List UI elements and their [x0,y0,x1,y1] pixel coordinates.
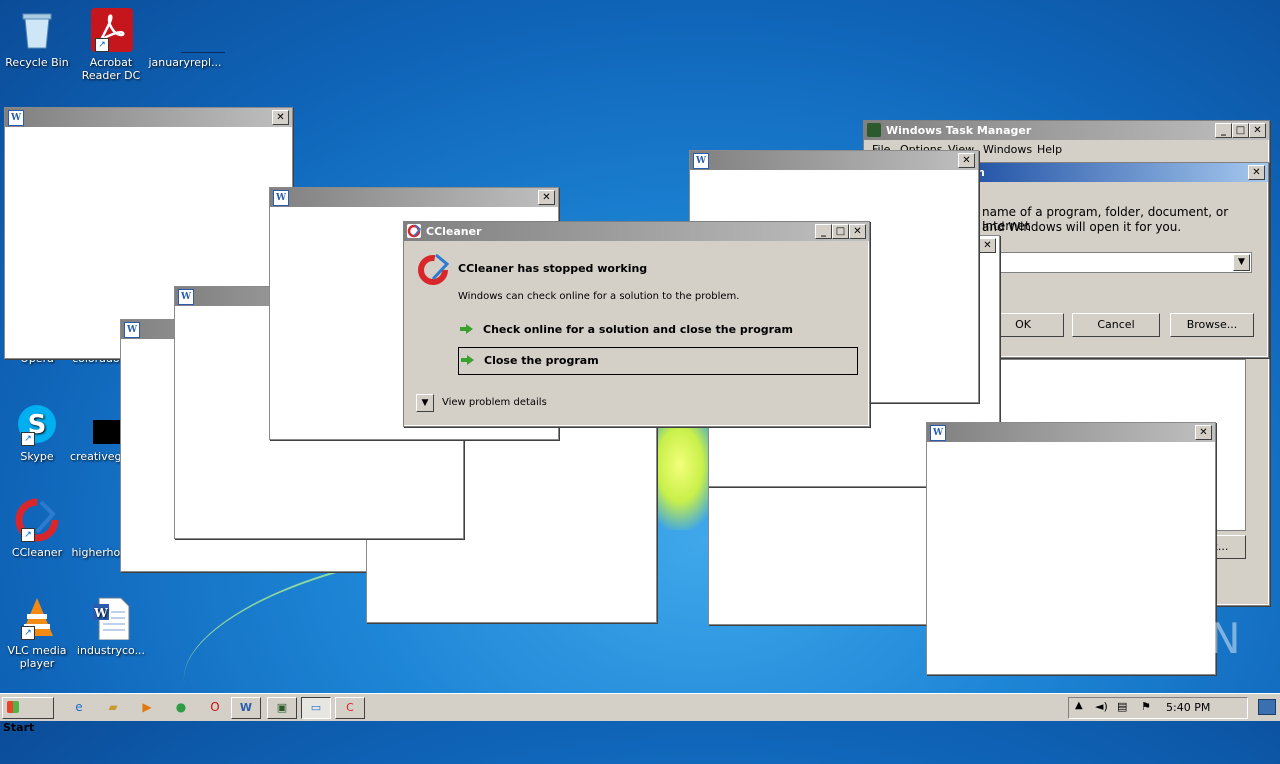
desktop-icon-ccleaner[interactable]: ↗ CCleaner [0,498,74,559]
volume-icon[interactable]: ◄) [1095,700,1108,713]
task-manager-icon [867,123,881,137]
explorer-icon[interactable]: ▰ [102,697,124,717]
option-label: Check online for a solution and close th… [483,323,793,336]
run-dialog-titlebar[interactable]: n ✕ [961,163,1268,182]
run-cancel-button[interactable]: Cancel [1072,313,1160,337]
close-button[interactable]: ✕ [538,190,555,205]
anyrun-watermark: ANY RUN [1038,614,1243,663]
taskbar: Start e ▰ ▶ ● O W ▣ ▭ C ▲ ◄) ▤ ⚑ 5:40 PM [0,693,1280,734]
ccleaner-icon: ↗ [15,498,59,542]
show-desktop-button[interactable] [1258,699,1276,715]
taskbar-ccleaner-button[interactable]: C [335,697,365,719]
desktop-icon-industryco[interactable]: W industryco... [74,596,148,657]
taskbar-task-manager-button[interactable]: ▣ [267,697,297,719]
run-close-button[interactable]: ✕ [1248,165,1265,180]
close-program-option[interactable]: Close the program [458,347,858,375]
menu-help[interactable]: Help [1037,143,1062,156]
task-manager-titlebar[interactable]: Windows Task Manager _ □ ✕ [864,121,1269,140]
clock[interactable]: 5:40 PM [1166,701,1210,714]
word-icon: W [8,110,24,126]
run-description-line2: and Windows will open it for you. [982,220,1182,234]
taskbar-run-button[interactable]: ▭ [301,697,331,719]
recycle-bin-icon [15,8,59,52]
vlc-icon: ↗ [15,596,59,640]
word-icon: W [930,425,946,441]
document-icon [79,498,123,542]
run-dialog[interactable]: n ✕ name of a program, folder, document,… [960,162,1269,358]
media-player-icon[interactable]: ▶ [136,697,158,717]
word-icon: W [124,322,140,338]
skype-icon: S ↗ [15,402,59,446]
start-button[interactable]: Start [2,697,54,734]
desktop-icon-label: CCleaner [11,546,63,559]
desktop-icon-label: januaryrepl... [148,56,222,69]
expand-details-button[interactable]: ▼ [416,394,434,412]
system-tray: ▲ ◄) ▤ ⚑ 5:40 PM [1068,697,1248,719]
close-button[interactable]: ✕ [272,110,289,125]
chevron-down-icon[interactable]: ▼ [1233,254,1250,271]
run-open-combobox[interactable]: ▼ [982,252,1252,273]
word-icon: W [178,289,194,305]
action-center-icon[interactable]: ⚑ [1141,700,1151,713]
opera-icon[interactable]: O [204,697,226,717]
maximize-button[interactable]: □ [1232,123,1249,138]
task-manager-title: Windows Task Manager [886,124,1032,137]
error-heading: CCleaner has stopped working [458,262,648,275]
ie-icon[interactable]: e [68,697,90,717]
desktop-icon-label: VLC media player [7,644,67,670]
shortcut-arrow-icon: ↗ [21,432,35,446]
error-message: Windows can check online for a solution … [458,291,740,302]
close-button[interactable]: ✕ [849,224,866,239]
desktop-icon-label: Skype [20,450,54,463]
word-icon: W [273,190,289,206]
acrobat-icon: ↗ [89,8,133,52]
shortcut-arrow-icon: ↗ [21,528,35,542]
ccleaner-logo-icon [416,252,450,286]
minimize-button[interactable]: _ [815,224,832,239]
word-icon: W [693,153,709,169]
menu-windows[interactable]: Windows [983,143,1032,156]
close-button[interactable]: ✕ [979,238,996,253]
document-icon [79,402,127,446]
shortcut-arrow-icon: ↗ [21,626,35,640]
tray-expand-icon[interactable]: ▲ [1075,700,1083,711]
desktop-icon-label: Acrobat Reader DC [81,56,141,82]
desktop-icon-skype[interactable]: S ↗ Skype [0,402,74,463]
svg-text:W: W [93,606,108,620]
option-label: Close the program [484,354,599,367]
desktop-icon-acrobat[interactable]: ↗ Acrobat Reader DC [74,8,148,82]
close-button[interactable]: ✕ [1195,425,1212,440]
view-details-label[interactable]: View problem details [442,397,547,408]
check-online-option[interactable]: Check online for a solution and close th… [458,318,864,342]
taskbar-word-button[interactable]: W [231,697,261,719]
document-icon [163,8,225,53]
close-button[interactable]: ✕ [1249,123,1266,138]
ccleaner-error-dialog[interactable]: CCleaner _ □ ✕ CCleaner has stopped work… [403,221,870,427]
minimize-button[interactable]: _ [1215,123,1232,138]
windows-flag-icon [7,701,19,713]
chrome-icon[interactable]: ● [170,697,192,717]
shortcut-arrow-icon: ↗ [95,38,109,52]
desktop-icon-januaryrepl[interactable]: januaryrepl... [148,8,225,69]
ccleaner-icon [407,224,422,238]
desktop-icon-label: Recycle Bin [5,56,69,69]
green-arrow-icon [460,324,473,334]
ccleaner-title: CCleaner [426,225,482,238]
network-icon[interactable]: ▤ [1117,700,1127,713]
ccleaner-titlebar[interactable]: CCleaner _ □ ✕ [404,222,869,241]
desktop-icon-recycle-bin[interactable]: Recycle Bin [0,8,74,69]
green-arrow-icon [461,355,474,365]
desktop-icon-label: industryco... [76,644,146,657]
desktop-icon-vlc[interactable]: ↗ VLC media player [0,596,74,670]
close-button[interactable]: ✕ [958,153,975,168]
maximize-button[interactable]: □ [832,224,849,239]
run-browse-button[interactable]: Browse... [1170,313,1254,337]
word-doc-icon: W [89,596,133,641]
